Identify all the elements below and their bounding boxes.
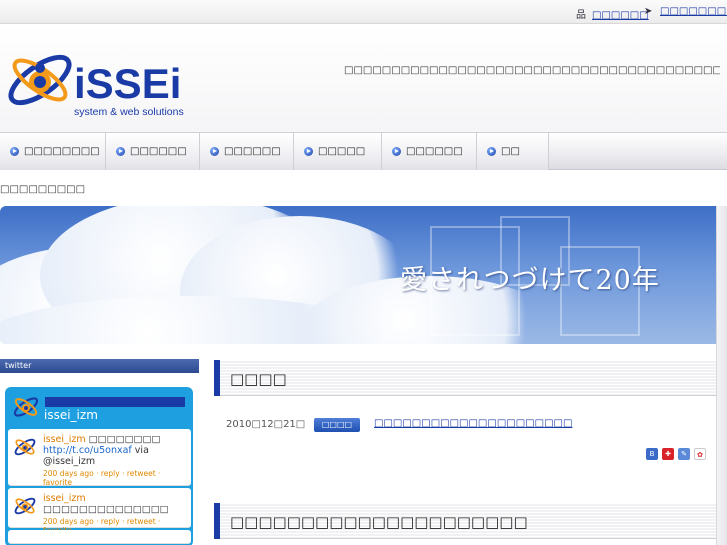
main-nav: □□□□□□□□ □□□□□□ □□□□□□ □□□□□ □□□□□□ □□ [0,132,727,170]
nav-item-1[interactable]: □□□□□□□□ [0,133,106,170]
nav-bullet-icon [116,147,125,156]
share-icon[interactable]: ✚ [662,448,674,460]
other-share-icon[interactable]: ✿ [694,448,706,460]
nav-bullet-icon [392,147,401,156]
sitemap-link[interactable]: 品 □□□□□□ [576,6,649,21]
news-title-link[interactable]: □□□□□□□□□□□□□□□□□□□□□ [374,418,572,429]
issei-logo[interactable]: iSSEi system & web solutions [4,44,204,119]
news-section-title: □□□□ [230,370,287,388]
hero-text: 愛されつづけて20年 [400,265,660,296]
tweet-mention[interactable]: @issei_izm [43,456,95,467]
second-section-title: □□□□□□□□□□□□□□□□□□□□□ [230,513,528,531]
scrollbar[interactable] [716,206,727,545]
twitter-avatar-icon [13,397,39,417]
tweet-user[interactable]: issei_izm [43,434,86,445]
nav-item-6[interactable]: □□ [477,133,549,170]
bookmark-icon[interactable]: B [646,448,658,460]
nav-bullet-icon [210,147,219,156]
sitemap-icon: 品 [576,10,586,21]
tweet-meta[interactable]: 200 days ago · reply · retweet · favorit… [43,469,188,487]
logo-tagline: system & web solutions [74,106,184,118]
external-link[interactable]: ➤□□□□□□□□□□ [644,6,727,17]
news-category-badge: □□□□ [314,418,360,432]
news-date: 2010□12□21□ [226,419,306,430]
twitter-profile-bar [45,397,185,407]
top-utility-bar: 品□□□□□□ ➤□□□□□□□□□□ [0,0,727,24]
tweet-link[interactable]: http://t.co/u5onxaf [43,445,132,456]
tweet-item-partial [8,530,191,544]
company-intro: □□□□□□□□□□□□□□□□□□□□□□□□□□□□□□□□□□□□□□□□… [344,65,720,76]
breadcrumb: □□□□□□□□□ [0,184,86,195]
nav-item-4[interactable]: □□□□□ [294,133,382,170]
favorite-icon[interactable]: ✎ [678,448,690,460]
logo-wordmark: iSSEi [74,60,181,107]
arrow-icon: ➤ [644,6,653,17]
tweet-body: issei_izm □□□□□□□□ http://t.co/u5onxaf v… [43,434,188,487]
tweet-item: issei_izm □□□□□□□□ http://t.co/u5onxaf v… [8,429,191,487]
nav-item-2[interactable]: □□□□□□ [106,133,200,170]
news-section-header: □□□□ [214,360,716,396]
nav-bullet-icon [304,147,313,156]
tweet-avatar-icon [14,438,36,456]
nav-item-3[interactable]: □□□□□□ [200,133,294,170]
nav-bullet-icon [487,147,496,156]
nav-item-5[interactable]: □□□□□□ [382,133,477,170]
tweet-avatar-icon [14,497,36,515]
tweet-user[interactable]: issei_izm [43,493,86,504]
second-section-header: □□□□□□□□□□□□□□□□□□□□□ [214,503,716,539]
logo-mark-icon [8,54,72,106]
twitter-username[interactable]: issei_izm [44,408,98,422]
twitter-section-header: twitter [0,359,199,373]
tweet-item: issei_izm □□□□□□□□□□□□□□ 200 days ago · … [8,488,191,535]
tweet-body: issei_izm □□□□□□□□□□□□□□ 200 days ago · … [43,493,188,535]
nav-bullet-icon [10,147,19,156]
